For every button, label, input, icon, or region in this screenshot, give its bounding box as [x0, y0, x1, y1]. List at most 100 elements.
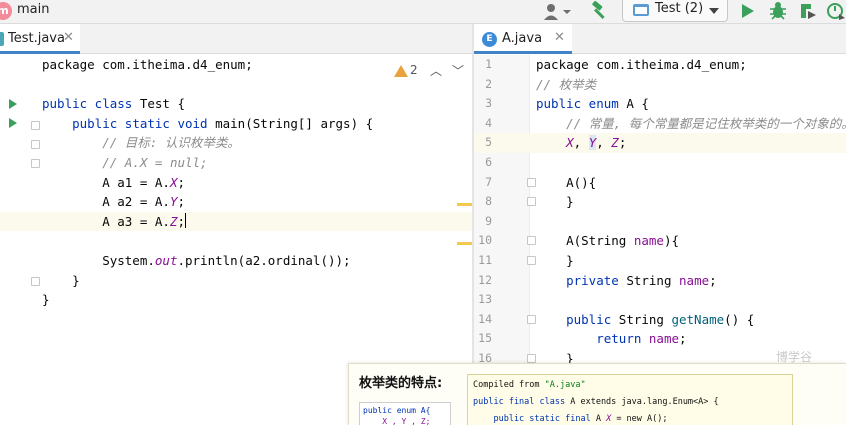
- main-toolbar: m main Test (2): [0, 0, 846, 24]
- code-token: System.: [42, 253, 155, 268]
- code-text: }: [536, 251, 574, 271]
- tab-test-java[interactable]: Test.java ✕: [0, 24, 80, 54]
- line-number: 12: [478, 272, 492, 287]
- warning-icon: [394, 65, 408, 77]
- code-token: public class: [42, 96, 140, 112]
- warning-stripe-marker[interactable]: [457, 242, 472, 245]
- enum-file-icon: E: [482, 32, 497, 47]
- code-text: // 枚举类: [536, 75, 596, 95]
- code-token: // 目标: 认识枚举类。: [102, 135, 240, 151]
- debug-icon[interactable]: [768, 1, 788, 21]
- code-line: 15 return name;: [474, 329, 846, 349]
- chevron-up-icon[interactable]: ︿: [430, 62, 442, 79]
- decompiled-code-box: Compiled from "A.java" public final clas…: [467, 374, 793, 425]
- hammer-icon[interactable]: [589, 1, 609, 21]
- fold-icon[interactable]: [527, 236, 536, 246]
- fold-icon[interactable]: [31, 140, 40, 149]
- coverage-icon[interactable]: [798, 1, 818, 21]
- fold-icon[interactable]: [527, 256, 536, 265]
- fold-icon[interactable]: [527, 314, 536, 324]
- fold-icon[interactable]: [527, 197, 536, 207]
- code-token: A(){: [536, 174, 597, 190]
- code-token: ;: [177, 194, 185, 210]
- run-class-gutter-icon[interactable]: [9, 99, 17, 109]
- fold-icon[interactable]: [31, 277, 40, 286]
- snippet-line: public enum A{: [363, 406, 431, 415]
- code-token: out: [154, 253, 178, 268]
- fold-icon[interactable]: [527, 177, 536, 187]
- code-line: }: [0, 271, 472, 291]
- enum-features-slide: 枚举类的特点: public enum A{ X , Y , Z; Compil…: [348, 363, 846, 425]
- snippet-line: X , Y , Z;: [363, 417, 431, 425]
- close-icon[interactable]: ✕: [554, 30, 565, 45]
- tab-label: Test.java: [8, 31, 65, 46]
- project-name[interactable]: main: [17, 2, 49, 17]
- code-token: public static void: [72, 115, 216, 131]
- project-icon[interactable]: m: [0, 2, 12, 20]
- line-number: 8: [485, 194, 492, 209]
- profile-icon[interactable]: [826, 1, 846, 21]
- code-token: ,: [596, 135, 612, 151]
- code-token: // A.X = null;: [102, 155, 208, 170]
- fold-icon[interactable]: [31, 121, 40, 130]
- code-token: }: [536, 253, 574, 268]
- line-number: 14: [478, 311, 492, 326]
- line-number: 13: [478, 292, 492, 307]
- code-token: String: [626, 272, 680, 288]
- code-token: X: [566, 135, 574, 151]
- code-line: System.out.println(a2.ordinal());: [0, 251, 472, 271]
- line-number: 10: [478, 233, 492, 248]
- fold-icon[interactable]: [527, 354, 536, 363]
- code-token: ){: [663, 233, 680, 249]
- code-token: private: [566, 272, 627, 288]
- tab-a-java[interactable]: E A.java ✕: [474, 24, 572, 54]
- code-line: 12 private String name;: [474, 271, 846, 291]
- line-number: 3: [485, 96, 492, 111]
- current-code-line: 5 X, Y, Z;: [474, 133, 846, 153]
- code-text: A(String name){: [536, 231, 679, 251]
- fold-icon[interactable]: [31, 159, 40, 168]
- decompiled-line: public static final A X = new A();: [473, 414, 668, 424]
- code-token: String: [618, 311, 672, 327]
- code-text: public String getName() {: [536, 310, 754, 330]
- decompiled-line: public final class A extends java.lang.E…: [473, 397, 719, 407]
- code-text: // 常量, 每个常量都是记住枚举类的一个对象的。: [536, 114, 846, 134]
- code-token: name: [633, 233, 664, 249]
- close-icon[interactable]: ✕: [63, 30, 74, 45]
- code-token: Test {: [139, 96, 185, 112]
- code-text: package com.itheima.d4_enum;: [536, 55, 747, 75]
- code-line: public static void main(String[] args) {: [0, 114, 472, 134]
- run-config-selector[interactable]: Test (2): [622, 0, 728, 22]
- warning-stripe-marker[interactable]: [457, 203, 472, 206]
- code-token: ;: [679, 331, 687, 347]
- code-token: main(String[] args) {: [215, 115, 374, 131]
- code-token: public: [566, 311, 619, 327]
- line-number: 15: [478, 331, 492, 346]
- tab-label: A.java: [502, 31, 543, 46]
- chevron-down-icon: [709, 8, 719, 14]
- code-token: ,: [573, 135, 589, 151]
- code-token: .println(a2.ordinal());: [177, 253, 351, 268]
- run-icon[interactable]: [740, 2, 756, 20]
- run-config-label: Test (2): [655, 1, 704, 16]
- code-token: }: [42, 292, 50, 308]
- run-main-gutter-icon[interactable]: [9, 118, 17, 128]
- code-line: public class Test {: [0, 94, 472, 114]
- code-line: // A.X = null;: [0, 153, 472, 173]
- code-text: X, Y, Z;: [536, 133, 626, 153]
- code-token: A a2 = A.: [42, 194, 170, 210]
- code-line: 3 public enum A {: [474, 94, 846, 114]
- right-tab-bar: E A.java ✕: [474, 24, 846, 54]
- code-token: Z: [611, 135, 619, 151]
- chevron-down-icon[interactable]: ﹀: [452, 62, 464, 79]
- line-number: 1: [485, 57, 492, 71]
- user-icon[interactable]: [543, 3, 571, 21]
